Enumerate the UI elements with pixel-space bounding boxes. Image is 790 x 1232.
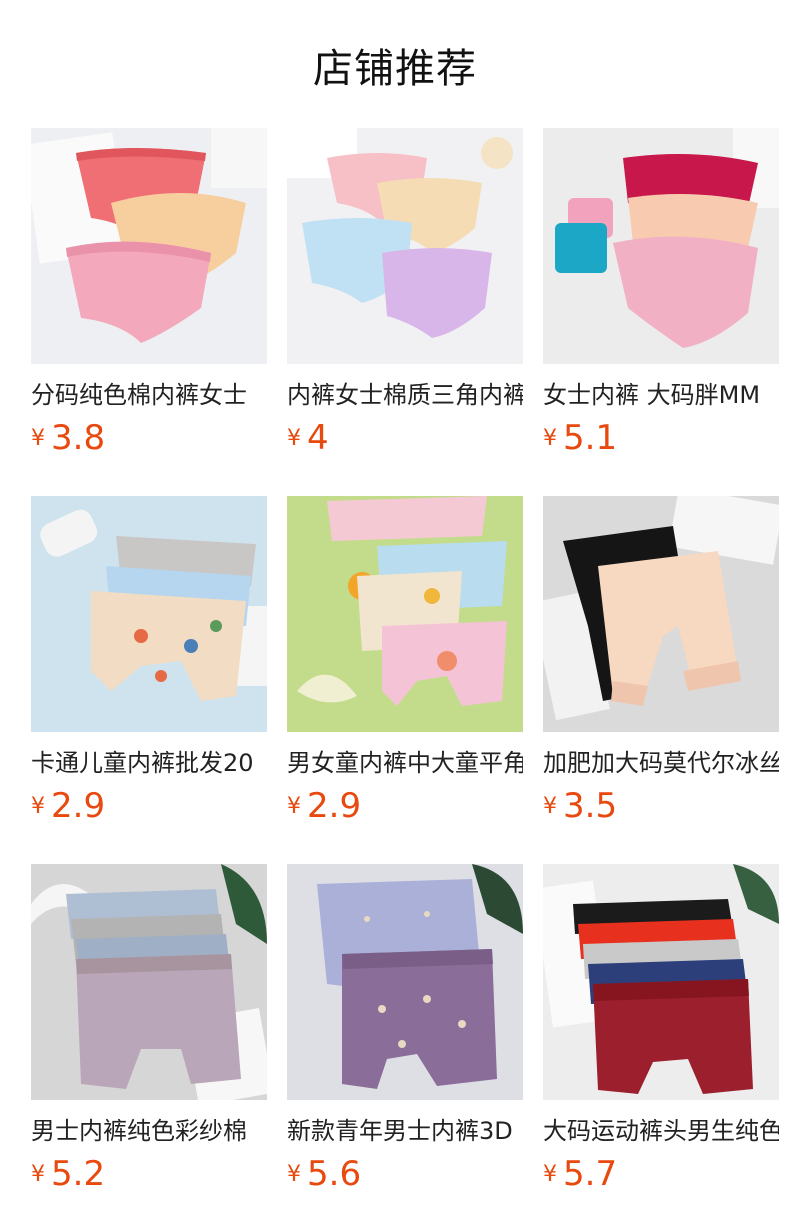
product-image[interactable] [543, 864, 779, 1100]
product-price: ¥3.8 [31, 418, 105, 458]
currency-symbol: ¥ [543, 426, 557, 451]
kids-boxers-photo [31, 496, 267, 732]
price-value: 3.8 [51, 418, 106, 458]
mens-boxers-photo [543, 864, 779, 1100]
product-price: ¥5.2 [31, 1154, 105, 1194]
currency-symbol: ¥ [543, 1162, 557, 1187]
product-image[interactable] [31, 128, 267, 364]
product-price: ¥5.1 [543, 418, 617, 458]
section-title: 店铺推荐 [313, 46, 477, 92]
product-image[interactable] [31, 496, 267, 732]
product-name[interactable]: 新款青年男士内裤3D [287, 1114, 523, 1148]
currency-symbol: ¥ [31, 794, 45, 819]
price-value: 5.7 [563, 1154, 618, 1194]
product-price: ¥2.9 [31, 786, 105, 826]
price-value: 3.5 [563, 786, 618, 826]
mens-boxers-photo [287, 864, 523, 1100]
product-image[interactable] [31, 864, 267, 1100]
price-value: 5.6 [307, 1154, 362, 1194]
product-name[interactable]: 加肥加大码莫代尔冰丝 [543, 746, 779, 780]
product-name[interactable]: 男士内裤纯色彩纱棉 [31, 1114, 267, 1148]
price-value: 4 [307, 418, 329, 458]
product-image[interactable] [287, 128, 523, 364]
product-name[interactable]: 卡通儿童内裤批发20 [31, 746, 267, 780]
product-name[interactable]: 男女童内裤中大童平角 [287, 746, 523, 780]
kids-boxers-photo [287, 496, 523, 732]
price-value: 5.2 [51, 1154, 106, 1194]
product-price: ¥5.7 [543, 1154, 617, 1194]
product-image[interactable] [543, 496, 779, 732]
price-value: 2.9 [307, 786, 362, 826]
price-value: 2.9 [51, 786, 106, 826]
price-value: 5.1 [563, 418, 618, 458]
product-image[interactable] [543, 128, 779, 364]
product-price: ¥5.6 [287, 1154, 361, 1194]
product-name[interactable]: 内裤女士棉质三角内裤 [287, 378, 523, 412]
currency-symbol: ¥ [287, 794, 301, 819]
product-image[interactable] [287, 864, 523, 1100]
product-price: ¥4 [287, 418, 329, 458]
currency-symbol: ¥ [31, 426, 45, 451]
product-name[interactable]: 分码纯色棉内裤女士 [31, 378, 267, 412]
product-image[interactable] [287, 496, 523, 732]
currency-symbol: ¥ [287, 426, 301, 451]
currency-symbol: ¥ [31, 1162, 45, 1187]
product-price: ¥3.5 [543, 786, 617, 826]
womens-briefs-photo [287, 128, 523, 364]
womens-briefs-photo [543, 128, 779, 364]
product-price: ¥2.9 [287, 786, 361, 826]
currency-symbol: ¥ [543, 794, 557, 819]
currency-symbol: ¥ [287, 1162, 301, 1187]
womens-briefs-photo [31, 128, 267, 364]
product-name[interactable]: 大码运动裤头男生纯色 [543, 1114, 779, 1148]
mens-boxers-photo [31, 864, 267, 1100]
safety-shorts-photo [543, 496, 779, 732]
product-name[interactable]: 女士内裤 大码胖MM [543, 378, 779, 412]
